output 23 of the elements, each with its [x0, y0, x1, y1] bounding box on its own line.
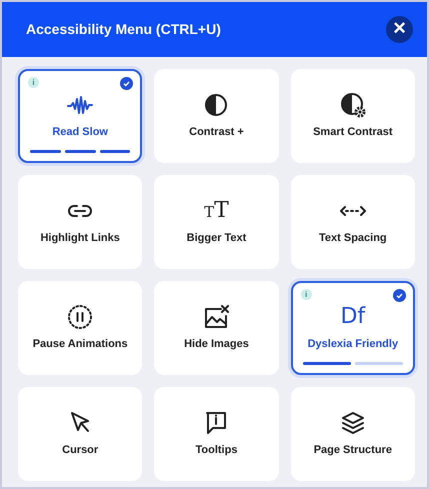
checkmark-icon — [120, 77, 134, 90]
checkmark-icon — [393, 289, 406, 302]
feature-tile[interactable]: Hide Images — [154, 281, 279, 375]
feature-tile[interactable]: Tooltips — [154, 387, 279, 481]
feature-tile[interactable]: TT Bigger Text — [154, 175, 279, 269]
menu-title: Accessibility Menu (CTRL+U) — [26, 20, 221, 39]
contrast-icon — [203, 92, 230, 118]
feature-tile[interactable]: Text Spacing — [290, 175, 415, 269]
feature-tile[interactable]: Pause Animations — [18, 281, 142, 375]
feature-tile[interactable]: i Df Dyslexia Friendly — [290, 281, 415, 375]
text-icon: TT — [204, 198, 229, 224]
feature-tile[interactable]: Contrast + — [154, 69, 279, 163]
feature-tile[interactable]: Smart Contrast — [290, 69, 415, 163]
text-icon: Df — [340, 304, 366, 330]
feature-tile[interactable]: Cursor — [18, 387, 142, 481]
contrast-gear-icon — [340, 92, 366, 118]
hidden-image-icon — [203, 304, 230, 330]
feature-tile[interactable]: i Read Slow — [18, 69, 142, 163]
feature-tile[interactable]: Page Structure — [290, 387, 415, 481]
close-button[interactable]: × — [386, 16, 413, 43]
pause-icon — [67, 304, 94, 330]
layers-icon — [340, 410, 366, 436]
feature-tile[interactable]: Highlight Links — [18, 175, 142, 269]
